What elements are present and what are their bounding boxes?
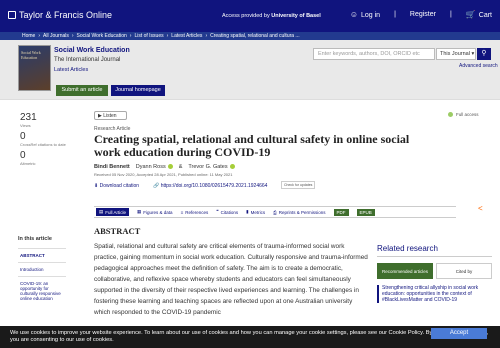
breadcrumb-issues[interactable]: List of Issues bbox=[134, 33, 163, 39]
search-button[interactable]: ⚲ bbox=[477, 48, 491, 60]
tab-references[interactable]: ≡ References bbox=[181, 210, 209, 215]
divider: | bbox=[449, 11, 452, 18]
search-icon: ⚲ bbox=[481, 50, 487, 57]
sidenav-heading: In this article bbox=[18, 236, 52, 242]
tf-logo-icon bbox=[8, 11, 16, 19]
breadcrumb-all-journals[interactable]: All Journals bbox=[43, 33, 69, 39]
check-for-updates-button[interactable]: Check for updates bbox=[281, 181, 316, 189]
document-icon: ▤ bbox=[99, 209, 104, 214]
play-icon: ▶ bbox=[98, 113, 102, 119]
tab-citations[interactable]: ❝ Citations bbox=[216, 209, 238, 215]
related-article-link[interactable]: Strengthening critical allyship in socia… bbox=[377, 285, 492, 303]
orcid-icon bbox=[167, 164, 173, 170]
access-info: Access provided by University of Basel bbox=[222, 13, 321, 19]
breadcrumb-home[interactable]: Home bbox=[22, 33, 35, 39]
login-link[interactable]: ☺ Log in bbox=[350, 10, 380, 19]
submit-article-button[interactable]: Submit an article bbox=[56, 85, 108, 96]
tab-recommended[interactable]: Recommended articles bbox=[377, 263, 433, 279]
article-title: Creating spatial, relational and cultura… bbox=[94, 132, 410, 159]
cart-label: Cart bbox=[478, 12, 492, 19]
doi-link[interactable]: 🔗 https://doi.org/10.1080/02615479.2021.… bbox=[153, 183, 267, 189]
journal-homepage-button[interactable]: Journal homepage bbox=[111, 85, 165, 96]
share-icon[interactable]: < bbox=[478, 204, 483, 213]
accept-cookies-button[interactable]: Accept bbox=[431, 328, 487, 339]
epub-button[interactable]: EPUB bbox=[356, 208, 375, 216]
sidenav-item-covid[interactable]: COVID-19: an opportunity for culturally … bbox=[18, 276, 66, 305]
latest-articles-link[interactable]: Latest Articles bbox=[54, 67, 88, 73]
advanced-search-link[interactable]: Advanced search bbox=[459, 63, 498, 69]
link-icon: 🔗 bbox=[153, 183, 160, 189]
abstract-text: Spatial, relational and cultural safety … bbox=[94, 243, 368, 316]
author-list: Bindi Bennett Dyann Ross & Trevor G. Gat… bbox=[94, 164, 235, 170]
chevron-down-icon: ▾ bbox=[471, 51, 475, 57]
brand-logo[interactable]: Taylor & Francis Online bbox=[8, 10, 112, 20]
quote-icon: ❝ bbox=[216, 209, 219, 214]
bar-chart-icon: ▮ bbox=[246, 209, 249, 214]
brand-name: Taylor & Francis Online bbox=[19, 10, 113, 20]
journal-subtitle: The International Journal bbox=[54, 57, 121, 63]
altmetric-count: 0 bbox=[20, 150, 26, 161]
sidenav-item-introduction[interactable]: Introduction bbox=[18, 262, 66, 276]
print-icon: ⎙ bbox=[273, 209, 277, 215]
top-bar: Taylor & Francis Online Access provided … bbox=[0, 0, 500, 32]
author-name[interactable]: Bindi Bennett bbox=[94, 164, 130, 170]
tab-reprints[interactable]: ⎙ Reprints & Permissions bbox=[273, 210, 325, 215]
tab-full-article[interactable]: ▤ Full Article bbox=[96, 208, 130, 216]
author-name[interactable]: Dyann Ross bbox=[136, 164, 173, 170]
crossref-label: CrossRef citations to date bbox=[20, 142, 66, 147]
login-label: Log in bbox=[360, 12, 381, 19]
altmetric-label: Altmetric bbox=[20, 161, 36, 166]
cookie-banner: We use cookies to improve your website e… bbox=[0, 326, 500, 348]
article-sidenav: In this article ABSTRACT Introduction CO… bbox=[18, 236, 66, 305]
download-icon: ⬇ bbox=[94, 183, 99, 189]
views-label: Views bbox=[20, 123, 31, 128]
metrics-panel: 231 Views 0 CrossRef citations to date 0… bbox=[20, 112, 70, 169]
divider: | bbox=[394, 11, 396, 18]
access-icon bbox=[448, 112, 453, 117]
publication-dates: Received 05 Nov 2020, Accepted 28 Apr 20… bbox=[94, 172, 233, 177]
citation-row: ⬇ Download citation 🔗 https://doi.org/10… bbox=[94, 183, 267, 189]
cart-link[interactable]: 🛒 Cart bbox=[466, 10, 492, 19]
journal-title[interactable]: Social Work Education bbox=[54, 47, 130, 54]
abstract-heading: ABSTRACT bbox=[94, 226, 141, 236]
breadcrumb-latest[interactable]: Latest Articles bbox=[171, 33, 202, 39]
journal-cover[interactable]: Social Work Education bbox=[18, 45, 51, 91]
access-prefix: Access provided by bbox=[222, 13, 270, 19]
search-input[interactable]: Enter keywords, authors, DOI, ORCID etc bbox=[313, 48, 435, 60]
tab-cited-by[interactable]: Cited by bbox=[436, 263, 492, 279]
register-link[interactable]: Register bbox=[410, 11, 436, 18]
breadcrumb-current: Creating spatial, relational and cultura… bbox=[210, 33, 300, 39]
related-research: Related research Recommended articles Ci… bbox=[377, 244, 492, 303]
orcid-icon bbox=[229, 164, 235, 170]
related-heading: Related research bbox=[377, 244, 492, 257]
references-icon: ≡ bbox=[180, 209, 184, 215]
article-tabs: ▤ Full Article ▦ Figures & data ≡ Reference… bbox=[94, 206, 456, 218]
access-badge: Full access bbox=[448, 112, 479, 117]
sidenav-item-abstract[interactable]: ABSTRACT bbox=[18, 248, 66, 262]
cookie-text: We use cookies to improve your website e… bbox=[10, 330, 489, 343]
cover-title: Social Work Education bbox=[21, 50, 41, 60]
download-citation-link[interactable]: ⬇ Download citation bbox=[94, 183, 139, 189]
views-count: 231 bbox=[20, 112, 37, 123]
pdf-button[interactable]: PDF bbox=[333, 208, 349, 216]
user-icon: ☺ bbox=[349, 10, 358, 19]
tab-metrics[interactable]: ▮ Metrics bbox=[246, 209, 265, 215]
author-name[interactable]: Trevor G. Gates bbox=[188, 164, 235, 170]
image-icon: ▦ bbox=[137, 209, 142, 214]
crossref-count: 0 bbox=[20, 131, 26, 142]
access-org: University of Basel bbox=[271, 13, 321, 19]
breadcrumb: Home › All Journals › Social Work Educatio… bbox=[0, 32, 500, 40]
listen-button[interactable]: ▶ Listen bbox=[94, 111, 127, 120]
cart-icon: 🛒 bbox=[465, 10, 476, 19]
tab-figures-data[interactable]: ▦ Figures & data bbox=[137, 209, 173, 215]
breadcrumb-journal[interactable]: Social Work Education bbox=[77, 33, 127, 39]
search-scope-select[interactable]: This Journal ▾ bbox=[436, 48, 476, 60]
